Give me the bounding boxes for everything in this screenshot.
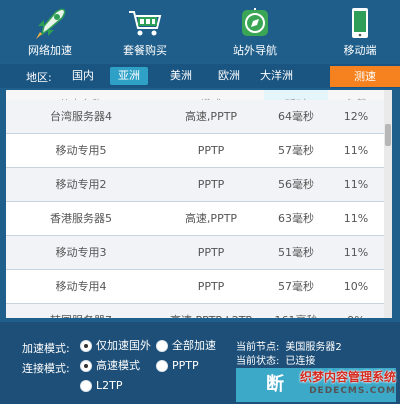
current-state-label: 当前状态: (236, 356, 280, 367)
speedtest-button[interactable]: 测速 (330, 66, 400, 87)
cell-latency: 161毫秒 (264, 304, 328, 318)
table-row[interactable]: 台湾服务器4 高速,PPTP 64毫秒 12% (6, 100, 384, 134)
cell-mode: PPTP (197, 178, 225, 191)
compass-icon (242, 8, 268, 36)
region-tab-americas[interactable]: 美洲 (162, 67, 200, 85)
cell-latency: 51毫秒 (278, 246, 314, 259)
rocket-icon (36, 8, 66, 39)
cell-node-name: 移动专用4 (55, 280, 107, 293)
nav-label: 网络加速 (28, 44, 72, 57)
cell-load: 12% (343, 110, 369, 123)
nav-label: 移动端 (343, 44, 377, 57)
cell-node-name: 台湾服务器4 (50, 110, 112, 123)
radio-conn-highspeed[interactable]: 高速模式 (80, 358, 140, 374)
radio-label: L2TP (96, 379, 123, 392)
watermark-line2: DEDECMS.COM (309, 386, 396, 396)
cell-latency: 57毫秒 (278, 144, 314, 157)
radio-dot[interactable] (80, 380, 92, 392)
nav-package-purchase[interactable]: 套餐购买 (95, 0, 195, 62)
cell-latency: 57毫秒 (278, 280, 314, 293)
conn-mode-label: 连接模式: (22, 362, 70, 375)
table-row[interactable]: 移动专用5 PPTP 57毫秒 11% (6, 134, 384, 168)
radio-label: 仅加速国外 (96, 339, 151, 352)
current-state: 当前状态: 已连接 (236, 352, 315, 367)
cell-load: 11% (343, 178, 369, 191)
server-table: 节点名称 模式 延时 负载 台湾服务器4 高速,PPTP 64毫秒 12% 移动… (6, 90, 392, 318)
cell-load: 11% (343, 246, 369, 259)
current-node: 当前节点: 美国服务器2 (236, 338, 342, 353)
radio-accel-all[interactable]: 全部加速 (156, 338, 216, 354)
cell-mode: 高速,PPTP,L2TP (156, 304, 266, 318)
current-state-value: 已连接 (285, 356, 316, 367)
radio-label: PPTP (172, 359, 199, 372)
radio-accel-foreign-only[interactable]: 仅加速国外 (80, 338, 151, 354)
region-bar: 地区: 国内 亚洲 美洲 欧洲 大洋洲 测速 (0, 64, 400, 88)
cell-latency: 56毫秒 (278, 178, 314, 191)
cell-load: 11% (343, 212, 369, 225)
cell-mode: PPTP (197, 144, 225, 157)
cell-latency: 64毫秒 (278, 110, 314, 123)
nav-label: 站外导航 (233, 44, 277, 57)
nav-network-accel[interactable]: 网络加速 (0, 0, 100, 62)
cell-node-name: 移动专用5 (55, 144, 107, 157)
cell-latency: 63毫秒 (278, 212, 314, 225)
region-tab-oceania[interactable]: 大洋洲 (252, 67, 301, 85)
top-nav: 网络加速 套餐购买 站外导航 移动端 (0, 0, 400, 62)
cell-load: 9% (328, 304, 384, 318)
table-scrollbar[interactable] (384, 90, 392, 318)
radio-conn-pptp[interactable]: PPTP (156, 358, 199, 374)
radio-label: 全部加速 (172, 339, 216, 352)
table-row[interactable]: 香港服务器5 高速,PPTP 63毫秒 11% (6, 202, 384, 236)
watermark: 织梦内容管理系统 DEDECMS.COM (300, 370, 396, 398)
table-row[interactable]: 移动专用2 PPTP 56毫秒 11% (6, 168, 384, 202)
cell-node-name: 移动专用2 (55, 178, 107, 191)
mobile-icon (352, 8, 368, 38)
table-row[interactable]: 韩国服务器7 高速,PPTP,L2TP 161毫秒 9% (6, 304, 384, 318)
radio-dot[interactable] (80, 340, 92, 352)
radio-dot[interactable] (156, 360, 168, 372)
radio-label: 高速模式 (96, 359, 140, 372)
radio-conn-l2tp[interactable]: L2TP (80, 378, 122, 394)
cell-node-name: 移动专用3 (55, 246, 107, 259)
nav-label: 套餐购买 (123, 44, 167, 57)
cell-mode: PPTP (197, 246, 225, 259)
table-row[interactable]: 移动专用4 PPTP 57毫秒 10% (6, 270, 384, 304)
accel-mode-label: 加速模式: (22, 342, 70, 355)
nav-site-navigation[interactable]: 站外导航 (205, 0, 305, 62)
region-tab-domestic[interactable]: 国内 (64, 67, 102, 85)
cell-mode: PPTP (197, 280, 225, 293)
cell-node-name: 韩国服务器7 (6, 304, 156, 318)
nav-mobile[interactable]: 移动端 (310, 0, 400, 62)
cart-icon (129, 11, 162, 36)
cell-mode: 高速,PPTP (184, 212, 238, 225)
table-row[interactable]: 移动专用3 PPTP 51毫秒 11% (6, 236, 384, 270)
cell-load: 11% (343, 144, 369, 157)
watermark-line1: 织梦内容管理系统 (299, 370, 396, 384)
options-panel: 加速模式: 仅加速国外 全部加速 连接模式: 高速模式 PPTP L2TP 当前… (0, 322, 400, 404)
cell-load: 10% (343, 280, 369, 293)
cell-mode: 高速,PPTP (184, 110, 238, 123)
radio-dot[interactable] (156, 340, 168, 352)
cell-node-name: 香港服务器5 (50, 212, 112, 225)
radio-dot[interactable] (80, 360, 92, 372)
region-tab-asia[interactable]: 亚洲 (110, 67, 148, 85)
region-label: 地区: (26, 71, 52, 84)
scrollbar-thumb[interactable] (385, 124, 391, 146)
region-tab-europe[interactable]: 欧洲 (210, 67, 248, 85)
